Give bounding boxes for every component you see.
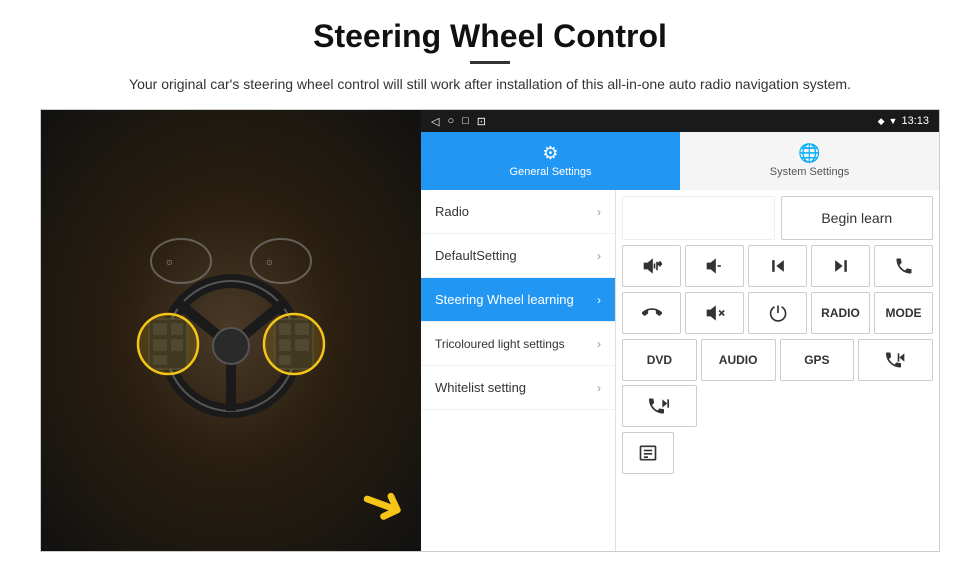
prev-track-button[interactable]	[748, 245, 807, 287]
menu-label-steering: Steering Wheel learning	[435, 292, 574, 307]
car-image-area: ⊙ ⊙	[41, 110, 421, 551]
power-button[interactable]	[748, 292, 807, 334]
phone-prev-button[interactable]	[858, 339, 933, 381]
home-icon[interactable]: ○	[447, 115, 454, 127]
tabs-container: ⚙ General Settings 🌐 System Settings	[421, 132, 939, 190]
radio-button[interactable]: RADIO	[811, 292, 870, 334]
mute-button[interactable]	[685, 292, 744, 334]
location-icon: ◆	[878, 116, 885, 127]
tab-general-settings[interactable]: ⚙ General Settings	[421, 132, 680, 190]
svg-text:+: +	[657, 261, 661, 268]
control-row-1: +	[622, 245, 933, 287]
control-panel: Begin learn +	[616, 190, 939, 551]
clock: 13:13	[901, 115, 929, 127]
steering-wheel-svg: ⊙ ⊙	[121, 231, 341, 431]
phone-next-button[interactable]	[622, 385, 697, 427]
content-area: ⊙ ⊙	[40, 109, 940, 552]
menu-label-radio: Radio	[435, 204, 469, 219]
signal-icon: ▼	[889, 116, 898, 126]
svg-text:⊙: ⊙	[166, 258, 173, 267]
general-settings-icon: ⚙	[542, 143, 558, 164]
control-row-4	[622, 432, 933, 474]
tab-general-label: General Settings	[510, 166, 592, 178]
menu-item-whitelist[interactable]: Whitelist setting ›	[421, 366, 615, 410]
page-title: Steering Wheel Control	[313, 18, 667, 55]
menu-item-tricoloured[interactable]: Tricoloured light settings ›	[421, 322, 615, 366]
menu-item-radio[interactable]: Radio ›	[421, 190, 615, 234]
begin-learn-button[interactable]: Begin learn	[781, 196, 934, 240]
gps-button[interactable]: GPS	[780, 339, 855, 381]
list-icon-button[interactable]	[622, 432, 674, 474]
svg-text:⊙: ⊙	[266, 258, 273, 267]
chevron-tricoloured: ›	[597, 337, 601, 351]
car-background: ⊙ ⊙	[41, 110, 421, 551]
status-nav-icons: ◁ ○ □ ⊡	[431, 115, 486, 128]
android-ui: ◁ ○ □ ⊡ ◆ ▼ 13:13 ⚙ General Settings	[421, 110, 939, 551]
vol-down-button[interactable]	[685, 245, 744, 287]
settings-main: Radio › DefaultSetting › Steering Wheel …	[421, 190, 939, 551]
recent-icon[interactable]: □	[462, 115, 469, 127]
title-divider	[470, 61, 510, 64]
arrow-icon: ➜	[352, 470, 414, 537]
status-bar: ◁ ○ □ ⊡ ◆ ▼ 13:13	[421, 110, 939, 132]
mode-button[interactable]: MODE	[874, 292, 933, 334]
control-row-3: DVD AUDIO GPS	[622, 339, 933, 427]
chevron-whitelist: ›	[597, 381, 601, 395]
vol-up-button[interactable]: +	[622, 245, 681, 287]
next-track-button[interactable]	[811, 245, 870, 287]
back-icon[interactable]: ◁	[431, 115, 439, 128]
chevron-default: ›	[597, 249, 601, 263]
phone-button[interactable]	[874, 245, 933, 287]
chevron-radio: ›	[597, 205, 601, 219]
system-settings-icon: 🌐	[798, 143, 820, 164]
menu-list: Radio › DefaultSetting › Steering Wheel …	[421, 190, 616, 551]
subtitle: Your original car's steering wheel contr…	[129, 74, 851, 95]
page-wrapper: Steering Wheel Control Your original car…	[0, 0, 980, 562]
control-top-row: Begin learn	[622, 196, 933, 240]
menu-item-steering[interactable]: Steering Wheel learning ›	[421, 278, 615, 322]
menu-label-default: DefaultSetting	[435, 248, 517, 263]
status-right: ◆ ▼ 13:13	[878, 115, 929, 127]
hangup-button[interactable]	[622, 292, 681, 334]
blank-area	[622, 196, 775, 240]
audio-button[interactable]: AUDIO	[701, 339, 776, 381]
tab-system-settings[interactable]: 🌐 System Settings	[680, 132, 939, 190]
control-row-2: RADIO MODE	[622, 292, 933, 334]
chevron-steering: ›	[597, 293, 601, 307]
menu-label-tricoloured: Tricoloured light settings	[435, 337, 565, 351]
screenshot-icon[interactable]: ⊡	[477, 115, 486, 128]
tab-system-label: System Settings	[770, 166, 849, 178]
dvd-button[interactable]: DVD	[622, 339, 697, 381]
menu-item-default[interactable]: DefaultSetting ›	[421, 234, 615, 278]
menu-label-whitelist: Whitelist setting	[435, 380, 526, 395]
